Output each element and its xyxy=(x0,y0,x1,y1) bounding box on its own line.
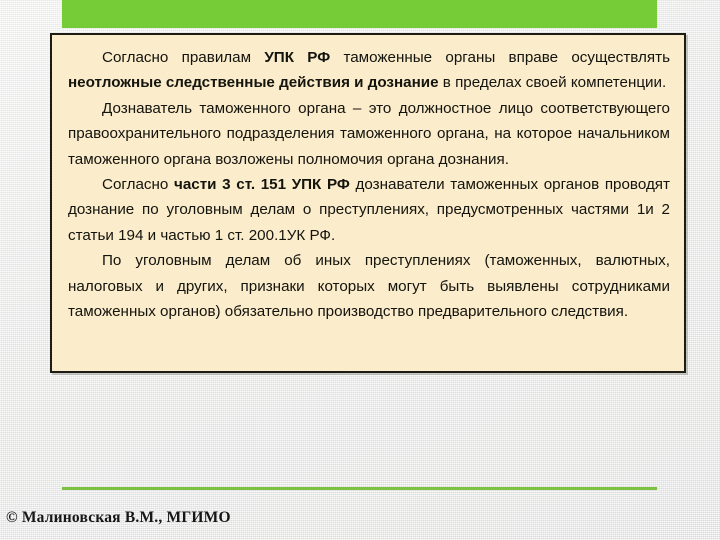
slide: Согласно правилам УПК РФ таможенные орга… xyxy=(0,0,720,540)
header-accent-bar xyxy=(62,0,657,28)
slide-body-text: Согласно правилам УПК РФ таможенные орга… xyxy=(68,45,670,324)
footer-divider-line xyxy=(62,487,657,490)
paragraph-4: По уголовным делам об иных преступлениях… xyxy=(68,252,670,321)
content-text-box: Согласно правилам УПК РФ таможенные орга… xyxy=(50,33,686,373)
paragraph-3: Согласно части 3 ст. 151 УПК РФ дознават… xyxy=(68,176,670,244)
copyright-notice: © Малиновская В.М., МГИМО xyxy=(6,509,231,526)
paragraph-1: Согласно правилам УПК РФ таможенные орга… xyxy=(68,49,670,92)
paragraph-2: Дознаватель таможенного органа – это дол… xyxy=(68,99,670,168)
